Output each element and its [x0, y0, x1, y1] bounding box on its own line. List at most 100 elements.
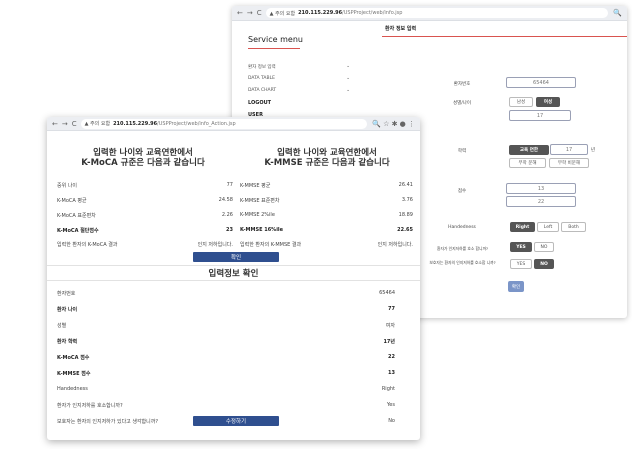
url-host: 210.115.229.96: [113, 120, 158, 127]
sidebar-title: Service menu: [248, 35, 303, 44]
input-check-row: 환자 학력 17년: [57, 338, 395, 345]
section-divider: [47, 280, 420, 281]
page-title: 환자 정보 입력: [385, 26, 417, 32]
sidebar-item-logout[interactable]: LOGOUT: [248, 100, 350, 106]
guardian-complaint-label: 보호자는 환자의 인지저하를 호소합 니까?: [429, 260, 496, 265]
back-arrow-icon[interactable]: ←: [237, 9, 243, 17]
handedness-label: Handedness: [448, 225, 476, 230]
illiterate-nonliterate-button[interactable]: 무학 비문해: [549, 158, 589, 168]
mmse-score-input[interactable]: 22: [506, 196, 576, 207]
browser-actions-icons[interactable]: 🔍 ☆ ✱ ● ⋮: [372, 120, 415, 128]
sidebar-item-data-chart[interactable]: DATA CHART ⌄: [248, 88, 350, 93]
sidebar-item-label: DATA CHART: [248, 88, 277, 93]
security-warning: ▲ 주의 요함: [269, 10, 296, 17]
moca-result-row: 입력한 환자의 K-MoCA 결과 인지 저하입니다.: [57, 241, 233, 248]
sidebar-title-underline: [248, 48, 300, 49]
address-bar[interactable]: ▲ 주의 요함 210.115.229.96 /USPProject/web/i…: [265, 8, 609, 18]
back-arrow-icon[interactable]: ←: [52, 120, 58, 128]
score-label: 점수: [457, 189, 467, 194]
input-check-row: 성별 여자: [57, 322, 395, 329]
section-divider: [47, 265, 420, 266]
search-icon[interactable]: 🔍: [613, 9, 622, 17]
input-check-label: Handedness: [57, 386, 88, 392]
moca-score-input[interactable]: 13: [506, 183, 576, 194]
mmse-row-value: 3.76: [401, 197, 413, 203]
input-check-value: Right: [381, 386, 395, 392]
moca-row: K-MoCA 절단점수 23: [57, 227, 233, 234]
input-check-row: K-MoCA 점수 22: [57, 354, 395, 361]
reload-icon[interactable]: C: [257, 9, 262, 17]
patient-id-input[interactable]: 65464: [506, 77, 576, 88]
age-input[interactable]: 17: [509, 110, 571, 121]
input-check-value: No: [388, 418, 395, 424]
sidebar-item-patient-input[interactable]: 환자 정보 입력 ⌄: [248, 64, 350, 70]
mmse-row-label: K-MMSE 표준편차: [240, 198, 280, 204]
front-browser-toolbar: ← → C ▲ 주의 요함 210.115.229.96 /USPProject…: [47, 117, 420, 131]
mmse-row-label: 입력한 환자의 K-MMSE 결과: [240, 242, 302, 248]
url-path: /USPProject/web/info_Action.jsp: [157, 120, 236, 127]
mmse-row-label: K-MMSE 2%ile: [240, 212, 275, 218]
input-check-label: K-MoCA 점수: [57, 355, 90, 361]
mmse-row-value: 26.41: [398, 182, 413, 188]
mmse-row-value: 인지 저하입니다.: [377, 242, 413, 248]
input-check-row: 환자가 인지저하를 호소합니까? Yes: [57, 402, 395, 409]
moca-row-value: 인지 저하입니다.: [197, 242, 233, 248]
header-divider: [382, 36, 627, 37]
input-check-value: 22: [388, 354, 395, 360]
back-browser-toolbar: ← → C ▲ 주의 요함 210.115.229.96 /USPProject…: [232, 6, 627, 21]
moca-row: K-MoCA 표준편차 2.26: [57, 212, 233, 219]
education-unit: 년: [590, 148, 596, 153]
mmse-row-label: K-MMSE 16%ile: [240, 227, 284, 233]
submit-button[interactable]: 확인: [508, 281, 524, 292]
handedness-both-button[interactable]: Both: [561, 222, 586, 232]
mmse-row-value: 18.89: [398, 212, 413, 218]
mmse-title-line1: 입력한 나이와 교육연한에서: [277, 148, 377, 158]
input-check-row: 환자 나이 77: [57, 306, 395, 313]
moca-row-value: 23: [226, 227, 233, 233]
patient-complaint-no-button[interactable]: NO: [534, 242, 554, 252]
moca-norm-title: 입력한 나이와 교육연한에서 K-MoCA 규준은 다음과 같습니다: [53, 148, 233, 168]
forward-arrow-icon[interactable]: →: [247, 9, 253, 17]
moca-title-line2: K-MoCA 규준은 다음과 같습니다: [81, 158, 205, 168]
input-check-row: Handedness Right: [57, 386, 395, 392]
education-years-button[interactable]: 교육 연한: [509, 145, 549, 155]
education-years-input[interactable]: 17: [550, 144, 588, 155]
gender-female-button[interactable]: 여성: [536, 97, 560, 107]
guardian-complaint-yes-button[interactable]: YES: [510, 259, 532, 269]
sidebar-item-data-table[interactable]: DATA TABLE ⌄: [248, 76, 350, 81]
security-warning: ▲ 주의 요함: [84, 121, 111, 127]
input-check-label: 환자 나이: [57, 307, 78, 313]
gender-male-button[interactable]: 남성: [509, 97, 533, 107]
moca-row-label: K-MoCA 평균: [57, 198, 87, 204]
edit-button[interactable]: 수정하기: [193, 416, 279, 426]
url-path: /USPProject/web/info.jsp: [342, 10, 403, 16]
guardian-complaint-no-button[interactable]: NO: [534, 259, 554, 269]
mmse-row: K-MMSE 평균 26.41: [240, 182, 413, 189]
moca-title-line1: 입력한 나이와 교육연한에서: [93, 148, 193, 158]
handedness-right-button[interactable]: Right: [510, 222, 535, 232]
moca-row-label: K-MoCA 표준편차: [57, 213, 96, 219]
moca-row-label: K-MoCA 절단점수: [57, 228, 99, 234]
reload-icon[interactable]: C: [72, 120, 77, 128]
chevron-down-icon: ⌄: [346, 76, 350, 81]
input-check-title: 입력정보 확인: [208, 269, 259, 279]
mmse-row: K-MMSE 표준편차 3.76: [240, 197, 413, 204]
input-check-value: 13: [388, 370, 395, 376]
moca-row-value: 24.58: [218, 197, 233, 203]
sidebar-item-label: 환자 정보 입력: [248, 65, 276, 70]
mmse-row-value: 22.65: [397, 227, 413, 233]
handedness-left-button[interactable]: Left: [537, 222, 559, 232]
address-bar[interactable]: ▲ 주의 요함 210.115.229.96 /USPProject/web/i…: [80, 118, 368, 129]
mmse-row: K-MMSE 2%ile 18.89: [240, 212, 413, 218]
moca-row: 중위 나이 77: [57, 182, 233, 189]
confirm-button[interactable]: 확인: [193, 252, 279, 262]
patient-complaint-yes-button[interactable]: YES: [510, 242, 532, 252]
illiterate-literate-button[interactable]: 무학 문해: [509, 158, 546, 168]
url-host: 210.115.229.96: [298, 10, 343, 16]
mmse-title-line2: K-MMSE 규준은 다음과 같습니다: [264, 158, 390, 168]
chevron-down-icon: ⌄: [346, 88, 350, 93]
input-check-value: Yes: [386, 402, 395, 408]
moca-row-value: 77: [226, 182, 233, 188]
forward-arrow-icon[interactable]: →: [62, 120, 68, 128]
mmse-result-row: 입력한 환자의 K-MMSE 결과 인지 저하입니다.: [240, 241, 413, 248]
